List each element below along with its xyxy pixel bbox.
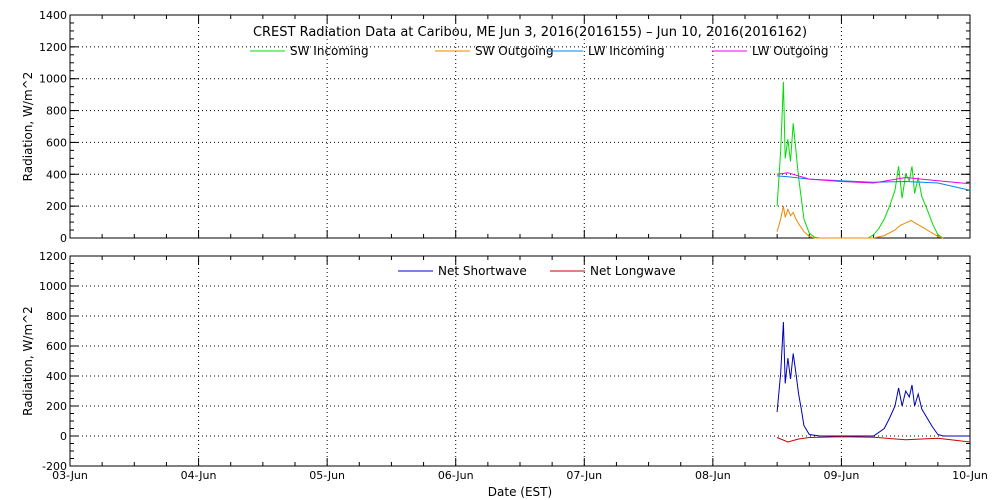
y-tick-label: 0 (60, 232, 67, 245)
y-tick-label: 1000 (39, 73, 67, 86)
y-axis-label: Radiation, W/m^2 (21, 306, 35, 416)
series-line-net-shortwave (776, 321, 970, 437)
y-tick-label: 800 (46, 310, 67, 323)
y-tick-label: 600 (46, 340, 67, 353)
y-tick-label: 1200 (39, 41, 67, 54)
legend-label: Net Longwave (590, 264, 676, 278)
legend-label: SW Incoming (290, 44, 369, 58)
plot-frame (69, 255, 971, 467)
y-tick-label: 600 (46, 136, 67, 149)
series-line-net-longwave (776, 436, 971, 443)
series-line-sw-incoming (776, 81, 944, 239)
y-tick-label: 800 (46, 105, 67, 118)
y-tick-label: 200 (46, 400, 67, 413)
x-tick-label: 03-Jun (52, 469, 88, 482)
legend-label: LW Outgoing (752, 44, 829, 58)
radiation-chart: CREST Radiation Data at Caribou, ME Jun … (21, 9, 988, 499)
y-tick-label: 1400 (39, 9, 67, 22)
x-tick-label: 07-Jun (566, 469, 602, 482)
legend-label: LW Incoming (588, 44, 665, 58)
x-tick-label: 05-Jun (309, 469, 345, 482)
x-tick-label: 09-Jun (824, 469, 860, 482)
panel-components: 0 200 400 600 800 1000 1200 1400 Radiation, W/m^… (21, 9, 971, 245)
x-tick-label: 10-Jun (952, 469, 988, 482)
legend-label: Net Shortwave (438, 264, 527, 278)
legend-label: SW Outgoing (475, 44, 554, 58)
y-axis-label: Radiation, W/m^2 (21, 72, 35, 182)
chart-title: CREST Radiation Data at Caribou, ME Jun … (253, 25, 807, 40)
y-tick-label: 200 (46, 200, 67, 213)
y-tick-label: 400 (46, 168, 67, 181)
y-tick-label: 400 (46, 370, 67, 383)
y-tick-label: 1000 (39, 280, 67, 293)
panel-net: -200020040060080010001200Radiation, W/m^… (21, 250, 988, 482)
y-tick-label: 0 (60, 430, 67, 443)
series-line-sw-outgoing (776, 205, 944, 239)
x-tick-label: 08-Jun (695, 469, 731, 482)
x-tick-label: 06-Jun (438, 469, 474, 482)
x-axis-label: Date (EST) (488, 485, 552, 499)
y-tick-label: 1200 (39, 250, 67, 263)
x-tick-label: 04-Jun (181, 469, 217, 482)
